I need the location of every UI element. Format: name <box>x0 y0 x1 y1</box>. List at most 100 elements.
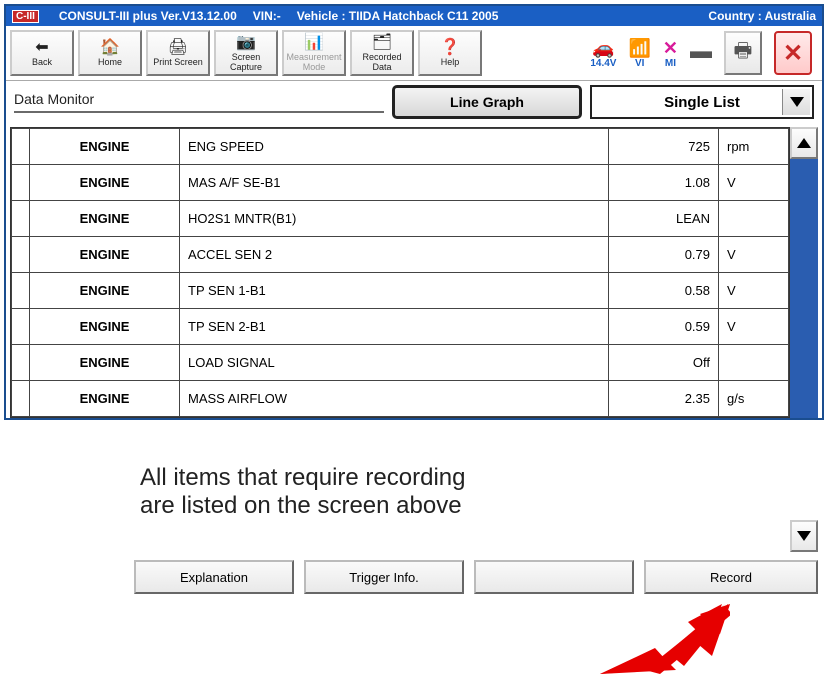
back-label: Back <box>32 58 52 68</box>
app-badge: C-III <box>12 10 39 23</box>
subheader: Data Monitor Line Graph Single List <box>6 81 822 127</box>
cell-unit: V <box>719 237 789 273</box>
chevron-down-icon <box>790 97 804 107</box>
mi-x-icon: ✕ <box>663 38 678 58</box>
cell-system: ENGINE <box>30 273 180 309</box>
cell-param: TP SEN 1-B1 <box>180 273 609 309</box>
print-screen-button[interactable]: 🖨 Print Screen <box>146 30 210 76</box>
signal-icon: 📶 <box>628 38 650 58</box>
recorded-data-button[interactable]: 🗂 Recorded Data <box>350 30 414 76</box>
close-icon: ✕ <box>783 39 803 68</box>
cell-system: ENGINE <box>30 165 180 201</box>
content: ENGINEENG SPEED725rpmENGINEMAS A/F SE-B1… <box>6 127 822 418</box>
help-icon: ❓ <box>440 38 460 58</box>
cell-system: ENGINE <box>30 237 180 273</box>
cell-param: MAS A/F SE-B1 <box>180 165 609 201</box>
cell-value: Off <box>609 345 719 381</box>
cell-unit: V <box>719 309 789 345</box>
cell-param: MASS AIRFLOW <box>180 381 609 417</box>
record-button[interactable]: Record <box>644 560 818 594</box>
row-handle <box>12 237 30 273</box>
line-graph-button[interactable]: Line Graph <box>392 85 582 119</box>
cell-unit <box>719 345 789 381</box>
car-icon: 🚗 <box>590 38 616 58</box>
recorded-label: Recorded Data <box>352 53 412 73</box>
scroll-track[interactable] <box>790 159 818 418</box>
mi-label: MI <box>663 58 678 69</box>
voltage-status: 🚗 14.4V <box>590 38 616 69</box>
cell-param: LOAD SIGNAL <box>180 345 609 381</box>
help-button[interactable]: ❓ Help <box>418 30 482 76</box>
vehicle: Vehicle : TIIDA Hatchback C11 2005 <box>297 9 499 23</box>
row-handle <box>12 165 30 201</box>
table-row[interactable]: ENGINEMAS A/F SE-B11.08V <box>12 165 789 201</box>
home-button[interactable]: 🏠 Home <box>78 30 142 76</box>
screen-capture-button[interactable]: 📷 Screen Capture <box>214 30 278 76</box>
back-button[interactable]: ⬅ Back <box>10 30 74 76</box>
cell-value: LEAN <box>609 201 719 237</box>
toolbar: ⬅ Back 🏠 Home 🖨 Print Screen 📷 Screen Ca… <box>6 26 822 81</box>
cell-unit: g/s <box>719 381 789 417</box>
back-arrow-icon: ⬅ <box>35 38 48 58</box>
cell-value: 0.59 <box>609 309 719 345</box>
explanation-button[interactable]: Explanation <box>134 560 294 594</box>
page-title: Data Monitor <box>14 91 384 113</box>
close-button[interactable]: ✕ <box>774 31 812 75</box>
print-icon: 🖨 <box>168 38 188 58</box>
cell-value: 2.35 <box>609 381 719 417</box>
cell-system: ENGINE <box>30 309 180 345</box>
titlebar: C-III CONSULT-III plus Ver.V13.12.00 VIN… <box>6 6 822 26</box>
chevron-up-icon <box>797 138 811 148</box>
signal-label: VI <box>628 58 650 69</box>
table-row[interactable]: ENGINETP SEN 1-B10.58V <box>12 273 789 309</box>
row-handle <box>12 273 30 309</box>
capture-label: Screen Capture <box>216 53 276 73</box>
table-row[interactable]: ENGINEENG SPEED725rpm <box>12 129 789 165</box>
annotation-line2: are listed on the screen above <box>140 492 465 520</box>
list-mode-dropdown[interactable]: Single List <box>590 85 814 119</box>
table-row[interactable]: ENGINEACCEL SEN 20.79V <box>12 237 789 273</box>
cell-param: ACCEL SEN 2 <box>180 237 609 273</box>
cell-system: ENGINE <box>30 381 180 417</box>
table-row[interactable]: ENGINEMASS AIRFLOW2.35g/s <box>12 381 789 417</box>
annotation-text: All items that require recording are lis… <box>140 464 465 520</box>
app-name: CONSULT-III plus Ver.V13.12.00 <box>59 9 237 23</box>
dropdown-caret[interactable] <box>782 89 810 115</box>
status-icons: 🚗 14.4V 📶 VI ✕ MI ▬ 🖶 ✕ <box>590 31 818 75</box>
cell-unit: V <box>719 165 789 201</box>
footer-blank <box>474 560 634 594</box>
table-row[interactable]: ENGINELOAD SIGNALOff <box>12 345 789 381</box>
table-row[interactable]: ENGINETP SEN 2-B10.59V <box>12 309 789 345</box>
row-handle <box>12 129 30 165</box>
chevron-down-icon <box>797 531 811 541</box>
row-handle <box>12 309 30 345</box>
cell-param: TP SEN 2-B1 <box>180 309 609 345</box>
home-label: Home <box>98 58 122 68</box>
signal-status: 📶 VI <box>628 38 650 69</box>
cell-system: ENGINE <box>30 201 180 237</box>
cell-unit: rpm <box>719 129 789 165</box>
cell-system: ENGINE <box>30 129 180 165</box>
cell-param: ENG SPEED <box>180 129 609 165</box>
printer-icon: 🖶 <box>734 36 753 70</box>
printer-button[interactable]: 🖶 <box>724 31 762 75</box>
table-row[interactable]: ENGINEHO2S1 MNTR(B1)LEAN <box>12 201 789 237</box>
home-icon: 🏠 <box>100 38 120 58</box>
data-table: ENGINEENG SPEED725rpmENGINEMAS A/F SE-B1… <box>10 127 790 418</box>
scroll-down-button[interactable] <box>790 520 818 552</box>
cell-unit <box>719 201 789 237</box>
help-label: Help <box>441 58 460 68</box>
scroll-up-button[interactable] <box>790 127 818 159</box>
dropdown-label: Single List <box>664 94 740 111</box>
camera-icon: 📷 <box>236 33 256 53</box>
cell-value: 0.79 <box>609 237 719 273</box>
mi-status: ✕ MI <box>663 38 678 69</box>
measurement-mode-button: 📊 Measurement Mode <box>282 30 346 76</box>
print-label: Print Screen <box>153 58 203 68</box>
recorded-icon: 🗂 <box>372 33 392 53</box>
measure-label: Measurement Mode <box>284 53 344 73</box>
footer: Explanation Trigger Info. Record <box>10 560 818 594</box>
battery-icon: ▬ <box>690 38 712 58</box>
trigger-info-button[interactable]: Trigger Info. <box>304 560 464 594</box>
measurement-icon: 📊 <box>304 33 324 53</box>
